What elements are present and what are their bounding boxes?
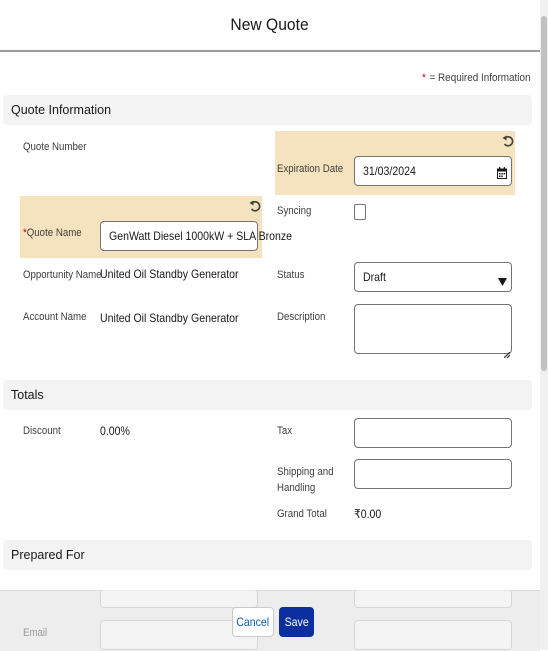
- shipping-label-line1: Shipping and: [277, 466, 334, 478]
- scrollbar-thumb[interactable]: [541, 16, 547, 371]
- quote-name-input[interactable]: GenWatt Diesel 1000kW + SLA Bronze: [100, 221, 292, 251]
- description-label: Description: [277, 311, 326, 323]
- save-button-label: Save: [284, 615, 309, 629]
- chevron-down-icon[interactable]: [498, 273, 507, 291]
- section-title: Totals: [11, 388, 44, 402]
- section-prepared-for[interactable]: Prepared For: [3, 540, 532, 570]
- expiration-date-label: Expiration Date: [277, 163, 344, 175]
- cancel-button[interactable]: Cancel: [232, 607, 274, 637]
- cancel-button-label: Cancel: [236, 615, 270, 629]
- status-label: Status: [277, 269, 305, 281]
- required-legend: * = Required Information: [422, 72, 530, 84]
- quote-name-value: GenWatt Diesel 1000kW + SLA Bronze: [109, 229, 293, 243]
- status-select[interactable]: Draft: [354, 262, 512, 292]
- quote-name-label: Quote Name: [26, 227, 82, 239]
- grand-total-value: ₹0.00: [354, 507, 382, 521]
- save-button[interactable]: Save: [279, 607, 314, 637]
- expiration-date-value: 31/03/2024: [363, 164, 416, 178]
- section-totals[interactable]: Totals: [3, 380, 532, 410]
- discount-value: 0.00%: [100, 424, 130, 438]
- resize-handle-icon[interactable]: [503, 345, 511, 363]
- tax-label: Tax: [277, 425, 293, 437]
- modal-header: New Quote: [0, 0, 540, 52]
- shipping-handling-input[interactable]: [354, 459, 512, 489]
- tax-input[interactable]: [354, 418, 512, 448]
- quote-number-label: Quote Number: [23, 141, 87, 153]
- discount-label: Discount: [23, 425, 61, 437]
- section-title: Quote Information: [11, 103, 112, 117]
- undo-icon[interactable]: [249, 200, 261, 217]
- modal-title: New Quote: [230, 15, 310, 34]
- quote-name-label-wrap: *Quote Name: [23, 227, 82, 239]
- required-star: *: [421, 72, 426, 84]
- section-quote-information[interactable]: Quote Information: [3, 95, 532, 125]
- undo-icon[interactable]: [502, 135, 514, 152]
- email-label: Email: [23, 627, 48, 639]
- status-value: Draft: [363, 270, 386, 284]
- account-name-value: United Oil Standby Generator: [100, 311, 239, 325]
- expiration-date-input[interactable]: 31/03/2024: [354, 156, 512, 186]
- opportunity-name-value: United Oil Standby Generator: [100, 267, 239, 281]
- required-legend-text: = Required Information: [429, 72, 530, 84]
- calendar-icon[interactable]: [497, 166, 507, 184]
- fax-input[interactable]: [354, 620, 512, 650]
- syncing-label: Syncing: [277, 205, 312, 217]
- grand-total-label: Grand Total: [277, 508, 327, 520]
- shipping-label-line2: Handling: [277, 482, 316, 494]
- description-textarea[interactable]: [354, 304, 512, 354]
- opportunity-name-label: Opportunity Name: [23, 269, 102, 281]
- phone-input[interactable]: [354, 590, 512, 608]
- contact-input[interactable]: [100, 590, 258, 608]
- syncing-checkbox[interactable]: [354, 204, 366, 220]
- section-title: Prepared For: [11, 548, 85, 562]
- account-name-label: Account Name: [23, 311, 87, 323]
